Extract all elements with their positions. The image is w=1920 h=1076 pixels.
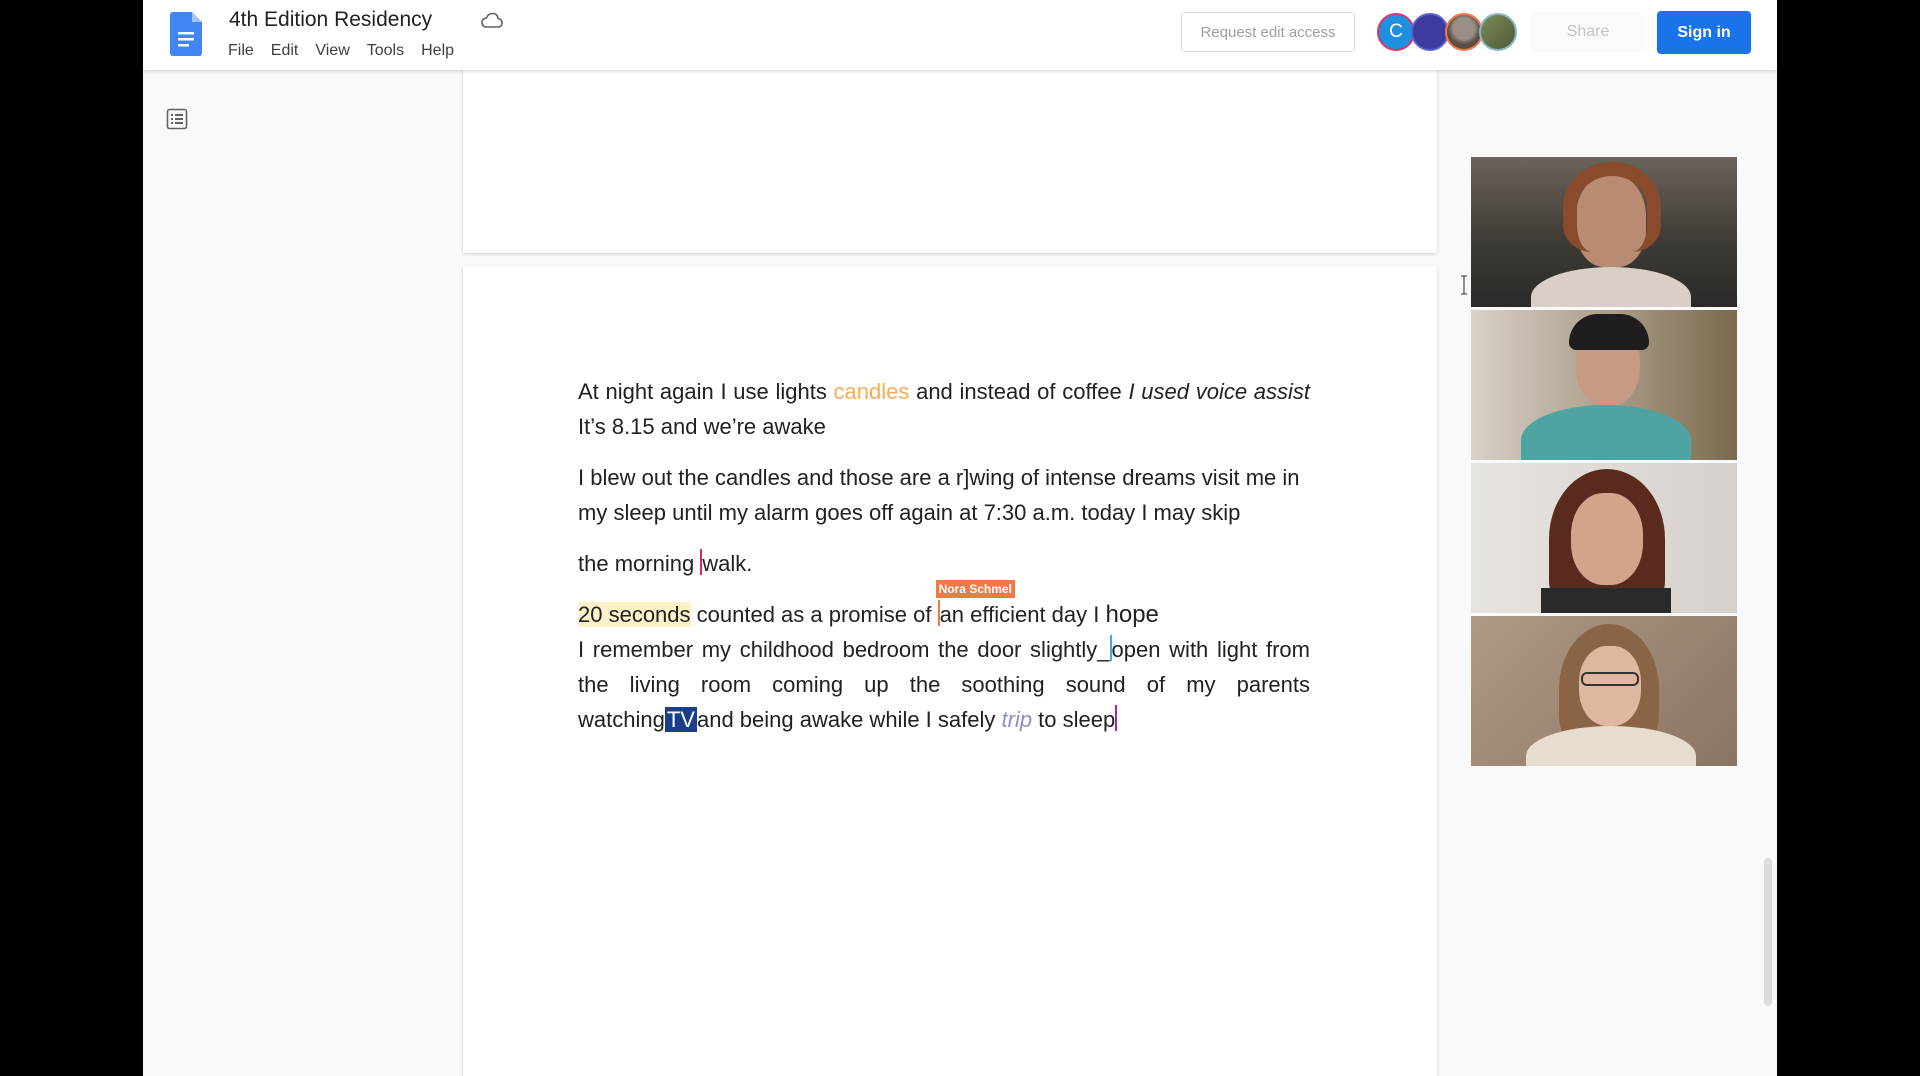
- avatar[interactable]: [1411, 13, 1449, 51]
- menu-tools[interactable]: Tools: [367, 42, 413, 60]
- collaborator-cursor: Nora Schmel: [935, 580, 1015, 626]
- menu-file[interactable]: File: [228, 42, 263, 60]
- document-page[interactable]: [463, 40, 1437, 253]
- participant-face: [1579, 646, 1641, 726]
- scrollbar[interactable]: [1764, 858, 1772, 1006]
- participant-body: [1521, 405, 1691, 460]
- participant-glasses: [1581, 672, 1639, 686]
- italic-text: I used voice assist: [1128, 379, 1311, 404]
- cloud-saved-icon[interactable]: [481, 12, 503, 30]
- selected-text: TV: [664, 707, 697, 732]
- video-tile-participant-2: [1471, 310, 1737, 460]
- video-tile-participant-3: [1471, 463, 1737, 613]
- text-run: counted as a promise of: [690, 602, 938, 627]
- video-tile-participant-4: [1471, 616, 1737, 766]
- toolbar: 4th Edition Residency File Edit View Too…: [143, 0, 1777, 70]
- menu-edit[interactable]: Edit: [271, 42, 308, 60]
- highlighted-text: 20 seconds: [578, 602, 691, 627]
- document-page[interactable]: At night again I use lights candles and …: [463, 266, 1437, 1076]
- avatar-initial: C: [1389, 21, 1403, 42]
- video-tile-participant-1: [1471, 157, 1737, 307]
- avatar[interactable]: [1479, 13, 1517, 51]
- sign-in-button[interactable]: Sign in: [1657, 11, 1751, 54]
- menu-bar: File Edit View Tools Help: [228, 42, 471, 60]
- participant-hair: [1569, 314, 1649, 350]
- text-run: trip: [1001, 707, 1033, 732]
- text-run: It’s 8.15 and we’re awake: [578, 414, 826, 439]
- paragraph: the morning walk.: [578, 546, 1310, 581]
- menu-view[interactable]: View: [315, 42, 358, 60]
- participant-body: [1531, 267, 1691, 307]
- participant-face: [1571, 493, 1643, 585]
- text-run: the morning: [578, 551, 701, 576]
- text-run: and being awake while I safely: [696, 707, 1002, 732]
- doc-title[interactable]: 4th Edition Residency: [229, 8, 432, 32]
- app-window: 4th Edition Residency File Edit View Too…: [143, 0, 1777, 1076]
- avatar[interactable]: C: [1377, 13, 1415, 51]
- participant-body: [1526, 726, 1696, 766]
- google-docs-icon[interactable]: [170, 12, 202, 56]
- request-edit-access-button[interactable]: Request edit access: [1181, 12, 1355, 52]
- text-run: At night again I use lights: [578, 379, 834, 404]
- document-body[interactable]: At night again I use lights candles and …: [578, 374, 1310, 753]
- menu-help[interactable]: Help: [421, 42, 463, 60]
- text-run: to sleep: [1032, 707, 1116, 732]
- paragraph: At night again I use lights candles and …: [578, 374, 1310, 444]
- paragraph: I blew out the candles and those are a r…: [578, 465, 1300, 525]
- collaborator-name-tag: Nora Schmel: [935, 580, 1015, 598]
- collaborator-cursor: [1109, 635, 1112, 661]
- text-run: hope: [1105, 601, 1159, 628]
- collaborator-cursor: [1115, 705, 1118, 731]
- avatar[interactable]: [1445, 13, 1483, 51]
- text-run: and instead of coffee: [909, 379, 1129, 404]
- text-run: I remember my childhood bedroom the door…: [578, 637, 1110, 662]
- paragraph: I remember my childhood bedroom the door…: [578, 632, 1310, 737]
- collaborator-cursor: [700, 549, 703, 575]
- text-run: an efficient day I: [939, 602, 1106, 627]
- participant-body: [1541, 588, 1671, 613]
- document-outline-icon[interactable]: [166, 108, 188, 130]
- text-run: walk.: [702, 551, 753, 576]
- share-button[interactable]: Share: [1531, 12, 1645, 52]
- participant-hair: [1563, 162, 1661, 252]
- paragraph: 20 seconds counted as a promise of Nora …: [578, 580, 1310, 632]
- text-cursor-icon: [1461, 275, 1467, 295]
- text-run-candles: candles: [833, 379, 910, 404]
